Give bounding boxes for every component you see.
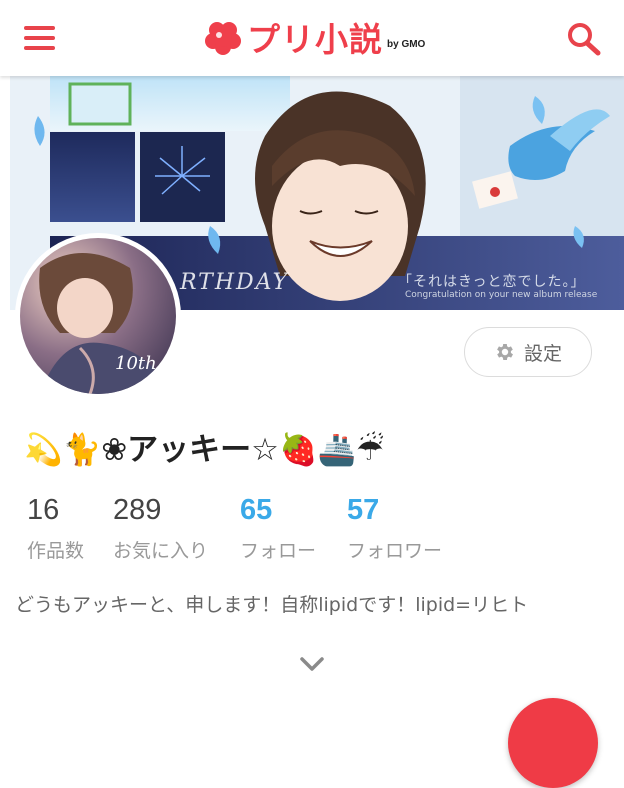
cover-birthday-text: RTHDAY [180, 270, 290, 295]
stat-works[interactable]: 16 作品数 [27, 492, 84, 563]
cover-caption: Congratulation on your new album release [405, 290, 598, 300]
settings-label: 設定 [523, 342, 562, 365]
chevron-down-icon[interactable] [298, 654, 326, 674]
profile-bio: どうもアッキーと、申します！自称lipidです！lipid=リヒト [15, 594, 529, 616]
stat-followers-count: 57 [347, 494, 380, 526]
settings-button[interactable]: 設定 [464, 327, 592, 377]
stat-favorites[interactable]: 289 お気に入り [113, 492, 208, 563]
flower-logo-icon [205, 22, 241, 55]
cover-song-title: 「それはきっと恋でした。」 [398, 274, 586, 290]
stat-followers-label: フォロワー [347, 540, 443, 562]
app-name: プリ小説 [247, 20, 383, 59]
hamburger-menu-icon[interactable] [24, 26, 55, 50]
floating-action-button[interactable] [508, 698, 598, 788]
search-icon[interactable] [566, 22, 602, 56]
stat-followers[interactable]: 57 フォロワー [347, 492, 442, 563]
profile-username: 💫🐈❀アッキー☆🍓🚢☔ [24, 432, 384, 468]
stat-following-label: フォロー [240, 540, 317, 562]
avatar-overlay-text: 10th [115, 353, 157, 374]
stat-favorites-count: 289 [113, 494, 162, 526]
stat-works-label: 作品数 [27, 540, 85, 562]
gear-icon [497, 344, 513, 360]
app-sub-brand: by GMO [387, 38, 426, 50]
stat-following[interactable]: 65 フォロー [240, 492, 316, 563]
app-logo[interactable]: プリ小説 by GMO [203, 14, 425, 60]
user-avatar[interactable]: 10th [15, 233, 181, 399]
stat-favorites-label: お気に入り [113, 540, 209, 562]
stat-following-count: 65 [240, 494, 273, 526]
avatar-image: 10th [20, 238, 176, 394]
stat-works-count: 16 [27, 494, 60, 526]
app-header: プリ小説 by GMO [0, 0, 624, 76]
